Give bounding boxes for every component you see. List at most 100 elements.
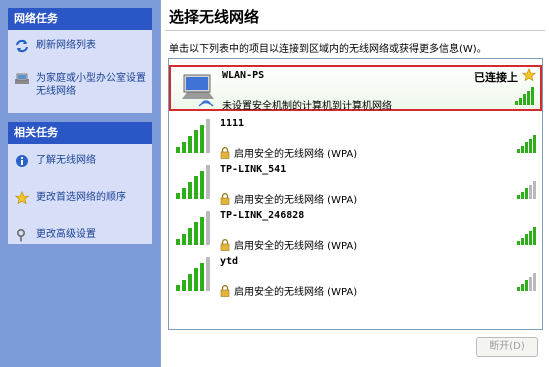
- signal-bar: [188, 136, 192, 153]
- signal-bar: [525, 188, 528, 199]
- signal-bar: [521, 238, 524, 245]
- signal-bar: [517, 195, 520, 199]
- signal-bar: [517, 287, 520, 291]
- signal-bar: [529, 139, 532, 153]
- lock-icon: [220, 146, 230, 159]
- signal-bar: [182, 280, 186, 291]
- signal-large-icon: [176, 119, 210, 156]
- info-icon: [14, 153, 30, 169]
- signal-bar: [521, 146, 524, 153]
- network-ssid: ytd: [220, 256, 239, 267]
- related-tasks-header: 相关任务: [8, 122, 152, 144]
- main-content: 选择无线网络 单击以下列表中的项目以连接到区域内的无线网络或获得更多信息(W)。…: [160, 0, 549, 367]
- refresh-icon: [14, 38, 30, 54]
- signal-strength-icon: [515, 87, 534, 108]
- signal-bar: [182, 234, 186, 245]
- signal-bar: [200, 263, 204, 291]
- network-description-text: 启用安全的无线网络 (WPA): [234, 241, 358, 252]
- signal-bar: [529, 185, 532, 199]
- signal-bar: [194, 176, 198, 199]
- signal-large-icon: [176, 211, 210, 248]
- advanced-settings-link[interactable]: 更改高级设置: [8, 224, 152, 243]
- adhoc-computer-icon: [178, 71, 218, 112]
- signal-bar: [521, 284, 524, 291]
- lock-icon: [220, 238, 230, 251]
- network-description-text: 启用安全的无线网络 (WPA): [234, 149, 358, 160]
- signal-bar: [182, 188, 186, 199]
- signal-bar: [525, 142, 528, 153]
- change-preferred-order-label: 更改首选网络的顺序: [36, 192, 126, 203]
- learn-wireless-link[interactable]: 了解无线网络: [8, 150, 152, 169]
- lock-icon: [220, 192, 230, 205]
- signal-bar: [194, 130, 198, 153]
- network-description: 启用安全的无线网络 (WPA): [220, 237, 357, 252]
- network-ssid: 1111: [220, 118, 245, 129]
- signal-bar: [529, 277, 532, 291]
- network-item-wlan-ps[interactable]: WLAN-PS 已连接上 未设置安全机制的计算机到计算机网络: [169, 65, 542, 112]
- signal-bar: [188, 182, 192, 199]
- signal-bar: [529, 231, 532, 245]
- refresh-network-list-label: 刷新网络列表: [36, 40, 96, 51]
- sidebar: 网络任务 刷新网络列表 为家庭或小型办公室设置无线网络 相关任务 了解无线网络: [0, 0, 160, 367]
- network-tasks-panel: 网络任务 刷新网络列表 为家庭或小型办公室设置无线网络: [8, 8, 152, 113]
- network-item-tp-link-541[interactable]: TP-LINK_541 启用安全的无线网络 (WPA): [169, 161, 542, 207]
- network-description: 启用安全的无线网络 (WPA): [220, 145, 357, 160]
- related-tasks-panel: 相关任务 了解无线网络 更改首选网络的顺序 更改高级设置: [8, 122, 152, 244]
- setup-home-network-link[interactable]: 为家庭或小型办公室设置无线网络: [8, 68, 152, 98]
- star-icon: [14, 190, 30, 206]
- lock-icon: [220, 284, 230, 297]
- disconnect-button[interactable]: 断开(D): [476, 337, 538, 357]
- network-description: 未设置安全机制的计算机到计算机网络: [222, 97, 392, 112]
- network-list[interactable]: WLAN-PS 已连接上 未设置安全机制的计算机到计算机网络 1111 启用安全…: [168, 58, 543, 330]
- network-description-text: 未设置安全机制的计算机到计算机网络: [222, 101, 392, 112]
- refresh-network-list-link[interactable]: 刷新网络列表: [8, 35, 152, 54]
- setup-home-network-label: 为家庭或小型办公室设置无线网络: [36, 73, 146, 97]
- page-title: 选择无线网络: [169, 8, 260, 26]
- signal-bar: [200, 217, 204, 245]
- signal-bar: [206, 119, 210, 153]
- signal-bar: [188, 228, 192, 245]
- network-ssid: TP-LINK_246828: [220, 210, 305, 221]
- network-item-tp-link-246828[interactable]: TP-LINK_246828 启用安全的无线网络 (WPA): [169, 207, 542, 253]
- signal-bar: [515, 101, 518, 105]
- network-item-1111[interactable]: 1111 启用安全的无线网络 (WPA): [169, 115, 542, 161]
- signal-bar: [521, 192, 524, 199]
- settings-icon: [14, 227, 30, 243]
- signal-bar: [519, 98, 522, 105]
- signal-bar: [200, 125, 204, 153]
- signal-strength-icon: [517, 273, 536, 294]
- network-item-ytd[interactable]: ytd 启用安全的无线网络 (WPA): [169, 253, 542, 299]
- signal-bar: [533, 181, 536, 199]
- network-ssid: WLAN-PS: [222, 70, 265, 81]
- signal-bar: [517, 149, 520, 153]
- instruction-text: 单击以下列表中的项目以连接到区域内的无线网络或获得更多信息(W)。: [169, 44, 487, 55]
- signal-bar: [523, 94, 526, 105]
- title-divider: [165, 30, 545, 31]
- signal-bar: [206, 257, 210, 291]
- signal-bar: [527, 91, 530, 105]
- signal-strength-icon: [517, 227, 536, 248]
- signal-bar: [182, 142, 186, 153]
- signal-bar: [200, 171, 204, 199]
- change-preferred-order-link[interactable]: 更改首选网络的顺序: [8, 187, 152, 206]
- signal-bar: [206, 211, 210, 245]
- signal-bar: [194, 268, 198, 291]
- learn-wireless-label: 了解无线网络: [36, 155, 96, 166]
- signal-strength-icon: [517, 135, 536, 156]
- signal-bar: [176, 193, 180, 199]
- signal-bar: [517, 241, 520, 245]
- signal-bar: [188, 274, 192, 291]
- signal-bar: [176, 239, 180, 245]
- network-description-text: 启用安全的无线网络 (WPA): [234, 195, 358, 206]
- signal-strength-icon: [517, 181, 536, 202]
- network-description: 启用安全的无线网络 (WPA): [220, 191, 357, 206]
- network-ssid: TP-LINK_541: [220, 164, 287, 175]
- network-tasks-header: 网络任务: [8, 8, 152, 30]
- connection-status: 已连接上: [474, 71, 518, 84]
- signal-bar: [533, 227, 536, 245]
- network-description: 启用安全的无线网络 (WPA): [220, 283, 357, 298]
- signal-bar: [194, 222, 198, 245]
- signal-bar: [531, 87, 534, 105]
- signal-bar: [525, 280, 528, 291]
- network-description-text: 启用安全的无线网络 (WPA): [234, 287, 358, 298]
